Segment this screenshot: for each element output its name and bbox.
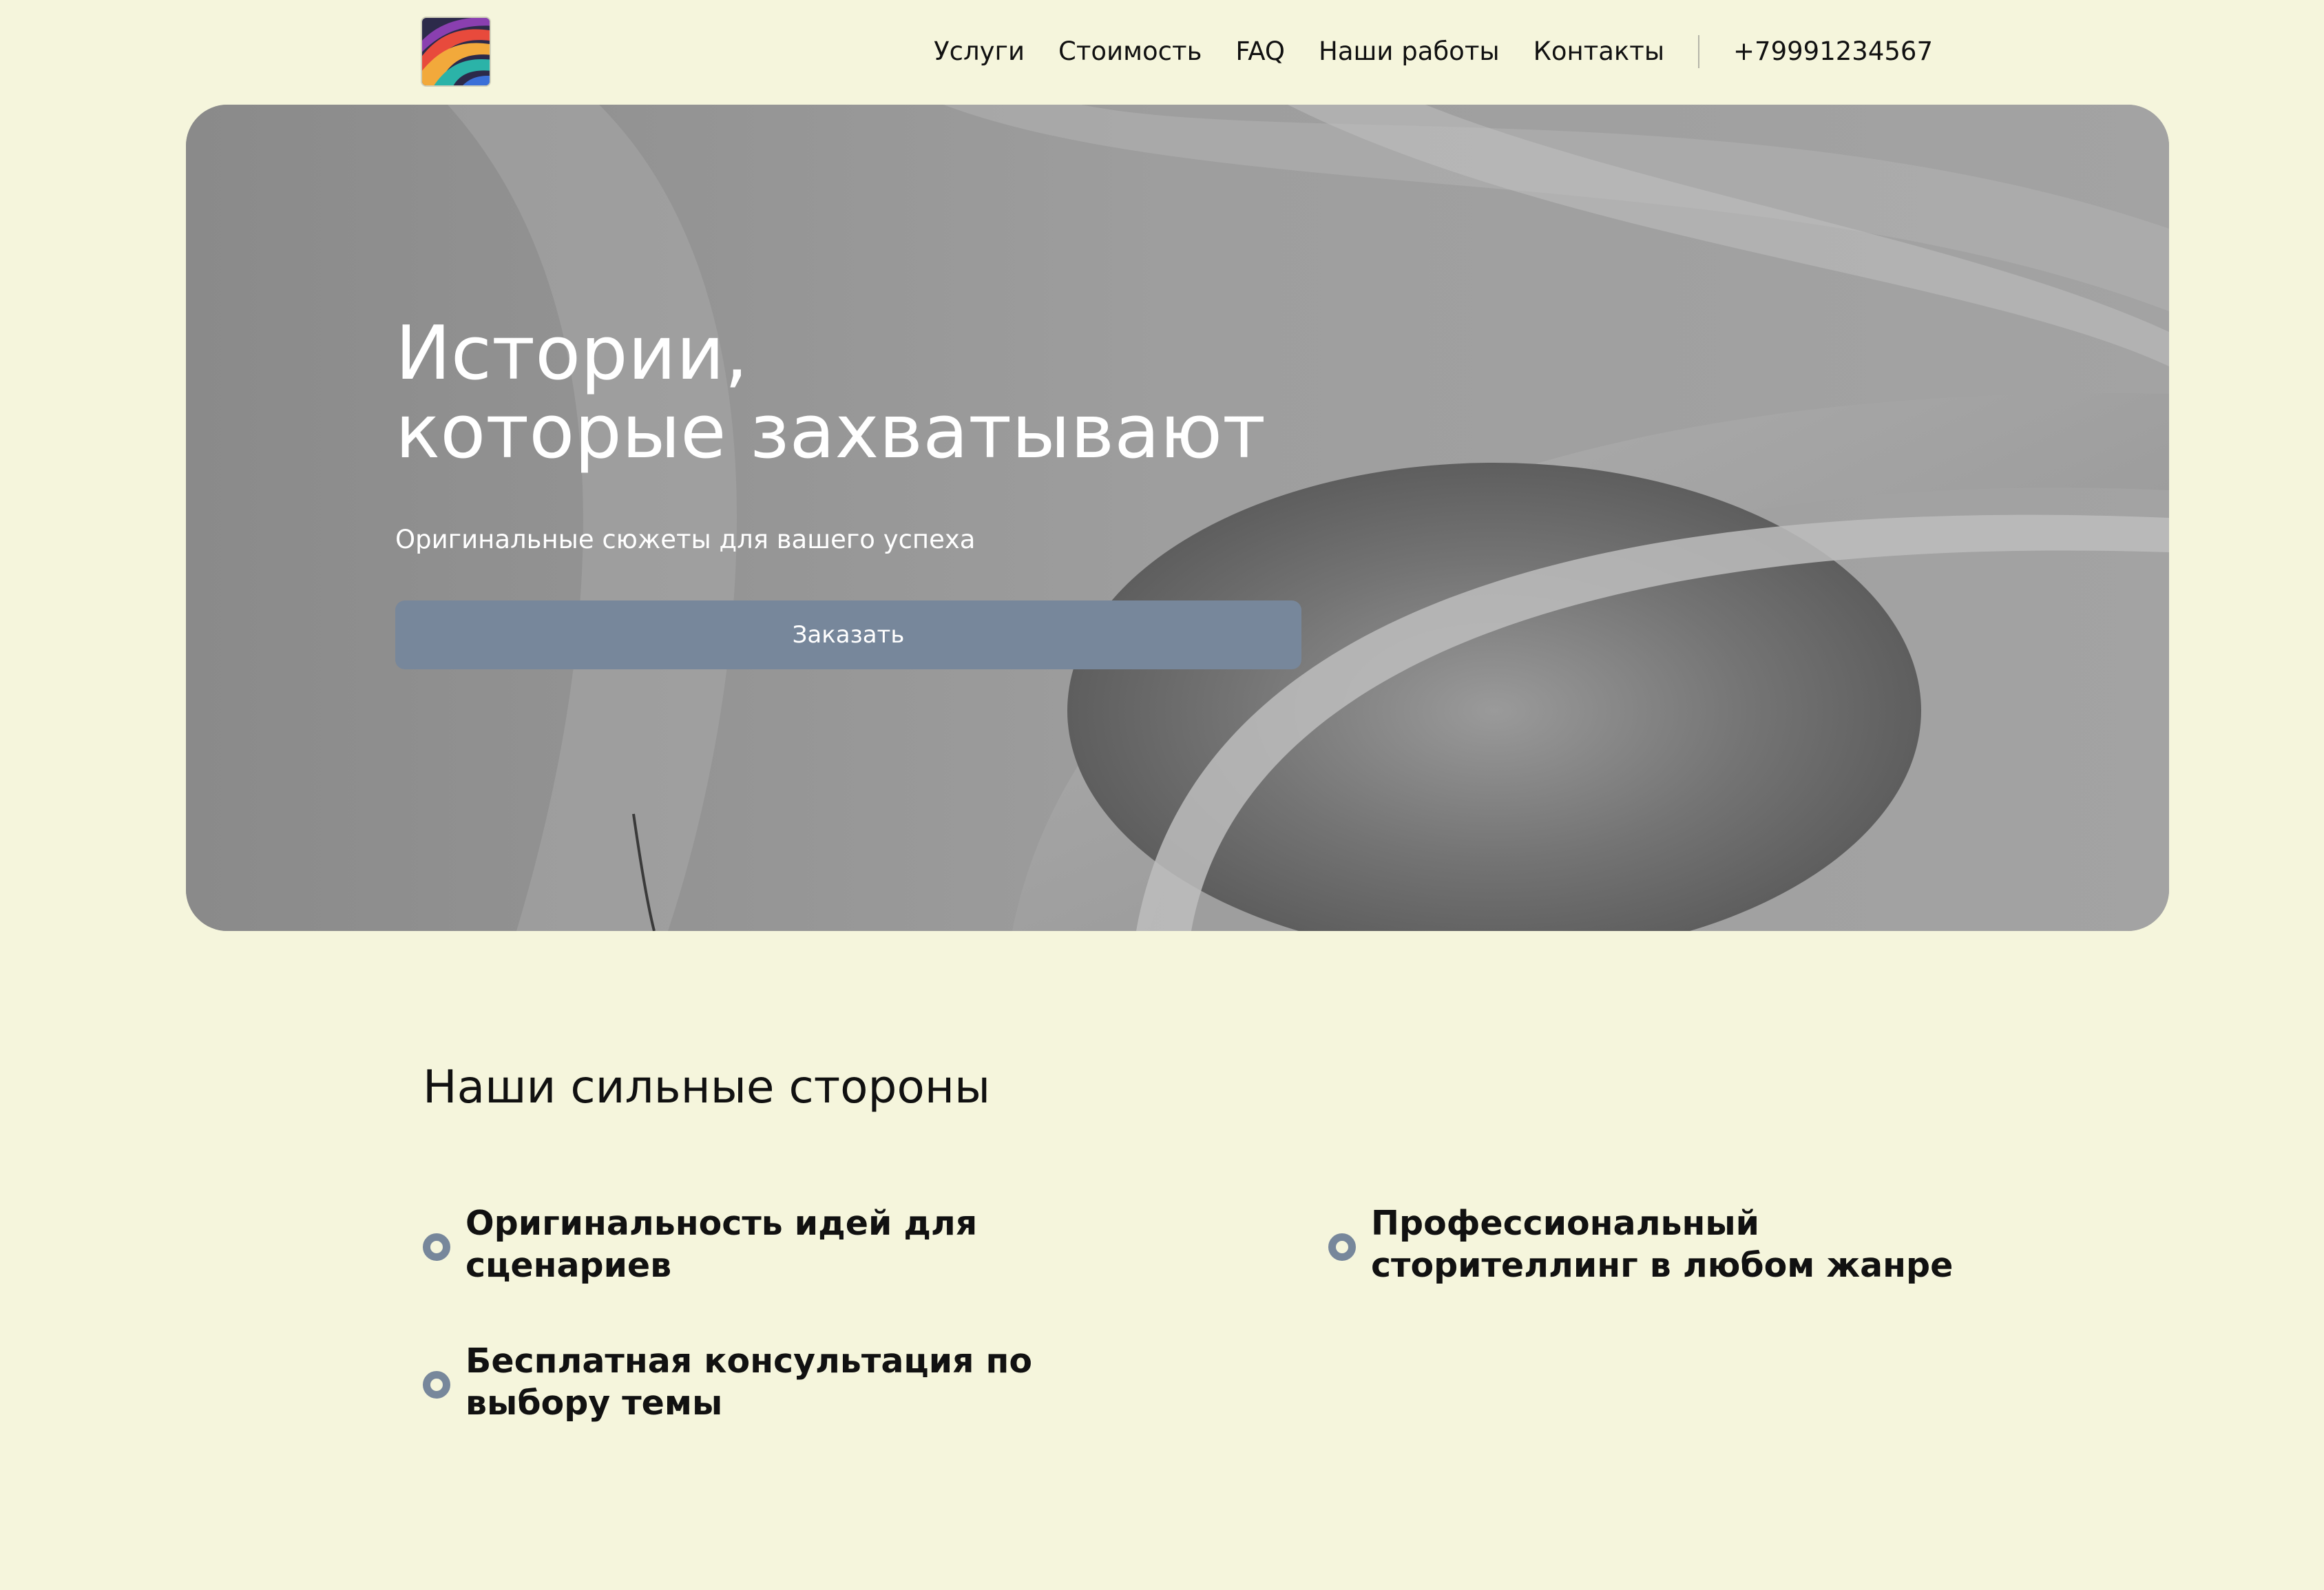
nav-link-faq[interactable]: FAQ bbox=[1235, 28, 1285, 76]
feature-line: сценариев bbox=[465, 1246, 672, 1285]
feature-item: Бесплатная консультация по выбору темы bbox=[423, 1340, 1032, 1424]
main-nav: Услуги Стоимость FAQ Наши работы Контакт… bbox=[934, 28, 1933, 76]
hero-title-line-2: которые захватывают bbox=[395, 389, 1266, 475]
hero-title: Истории, которые захватывают bbox=[395, 315, 1266, 472]
strengths-title: Наши сильные стороны bbox=[423, 1060, 991, 1113]
hero-subtitle: Оригинальные сюжеты для вашего успеха bbox=[395, 525, 976, 554]
feature-text: Бесплатная консультация по выбору темы bbox=[465, 1340, 1032, 1424]
feature-text: Оригинальность идей для сценариев bbox=[465, 1202, 977, 1286]
phone-link[interactable]: +79991234567 bbox=[1733, 28, 1933, 76]
feature-line: выбору темы bbox=[465, 1383, 723, 1423]
nav-link-portfolio[interactable]: Наши работы bbox=[1319, 28, 1500, 76]
ring-bullet-icon bbox=[423, 1233, 450, 1261]
logo-icon[interactable] bbox=[422, 18, 490, 85]
ring-bullet-icon bbox=[1328, 1233, 1356, 1261]
hero-background-image bbox=[186, 105, 2169, 931]
feature-line: Профессиональный bbox=[1371, 1204, 1759, 1243]
feature-text: Профессиональный сторителлинг в любом жа… bbox=[1371, 1202, 1953, 1286]
feature-line: сторителлинг в любом жанре bbox=[1371, 1246, 1954, 1285]
feature-line: Бесплатная консультация по bbox=[465, 1341, 1033, 1381]
nav-divider bbox=[1698, 35, 1700, 68]
nav-link-contacts[interactable]: Контакты bbox=[1533, 28, 1664, 76]
ring-bullet-icon bbox=[423, 1371, 450, 1399]
site-header: Услуги Стоимость FAQ Наши работы Контакт… bbox=[0, 0, 2324, 103]
feature-item: Профессиональный сторителлинг в любом жа… bbox=[1328, 1202, 1953, 1286]
hero-banner: Истории, которые захватывают Оригинальны… bbox=[186, 105, 2169, 931]
feature-item: Оригинальность идей для сценариев bbox=[423, 1202, 977, 1286]
feature-line: Оригинальность идей для bbox=[465, 1204, 978, 1243]
nav-link-services[interactable]: Услуги bbox=[934, 28, 1025, 76]
nav-link-pricing[interactable]: Стоимость bbox=[1058, 28, 1202, 76]
order-button[interactable]: Заказать bbox=[395, 600, 1301, 669]
hero-title-line-1: Истории, bbox=[395, 311, 749, 397]
